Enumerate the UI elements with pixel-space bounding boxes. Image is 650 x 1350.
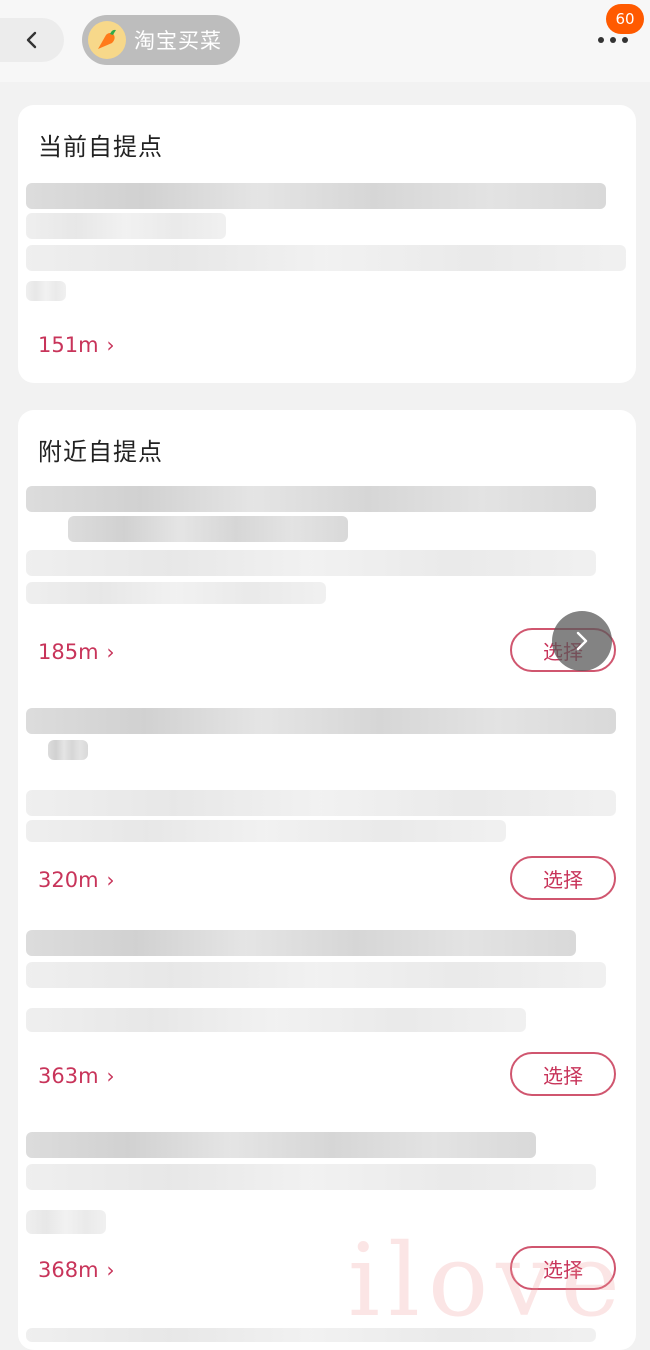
chevron-left-icon <box>26 31 37 49</box>
address-redacted <box>26 281 66 301</box>
section-title-nearby: 附近自提点 <box>38 438 163 466</box>
address-redacted <box>26 550 596 576</box>
address-redacted <box>26 183 606 209</box>
chevron-right-icon: › <box>106 1064 115 1088</box>
distance-value: 185m <box>38 640 99 664</box>
address-redacted <box>26 708 616 734</box>
chevron-right-icon: › <box>106 333 115 357</box>
address-redacted <box>26 1008 526 1032</box>
chevron-right-icon <box>576 631 588 651</box>
distance-link[interactable]: 363m › <box>38 1064 115 1088</box>
chevron-right-icon: › <box>106 640 115 664</box>
address-redacted <box>26 790 616 816</box>
address-redacted <box>26 1132 536 1158</box>
back-button[interactable] <box>0 18 64 62</box>
chevron-right-icon: › <box>106 1258 115 1282</box>
distance-value: 368m <box>38 1258 99 1282</box>
select-button[interactable]: 选择 <box>510 1052 616 1096</box>
mini-program-title: 淘宝买菜 <box>134 29 222 53</box>
more-dots-icon <box>598 37 628 43</box>
notification-badge: 60 <box>606 4 644 34</box>
distance-link[interactable]: 151m › <box>38 333 115 357</box>
address-redacted <box>26 486 596 512</box>
top-bar: 淘宝买菜 60 <box>0 0 650 82</box>
distance-link[interactable]: 320m › <box>38 868 115 892</box>
distance-value: 151m <box>38 333 99 357</box>
address-redacted <box>26 962 606 988</box>
current-pickup-card: 当前自提点 151m › <box>18 105 636 383</box>
section-title-current: 当前自提点 <box>38 133 163 161</box>
address-redacted <box>26 930 576 956</box>
mini-program-pill[interactable]: 淘宝买菜 <box>82 15 240 65</box>
distance-value: 363m <box>38 1064 99 1088</box>
carrot-logo-icon <box>88 21 126 59</box>
nearby-pickup-card: 附近自提点 185m › 选择 320m › 选择 363m › 选择 <box>18 410 636 1350</box>
watermark: ilove <box>348 1222 628 1339</box>
address-redacted <box>26 820 506 842</box>
distance-link[interactable]: 368m › <box>38 1258 115 1282</box>
select-button[interactable]: 选择 <box>510 856 616 900</box>
address-redacted <box>68 516 348 542</box>
address-redacted <box>26 213 226 239</box>
address-redacted <box>26 582 326 604</box>
float-next-button[interactable] <box>552 611 612 671</box>
address-redacted <box>26 245 626 271</box>
address-redacted <box>26 1210 106 1234</box>
address-redacted <box>48 740 88 760</box>
distance-value: 320m <box>38 868 99 892</box>
chevron-right-icon: › <box>106 868 115 892</box>
address-redacted <box>26 1164 596 1190</box>
distance-link[interactable]: 185m › <box>38 640 115 664</box>
